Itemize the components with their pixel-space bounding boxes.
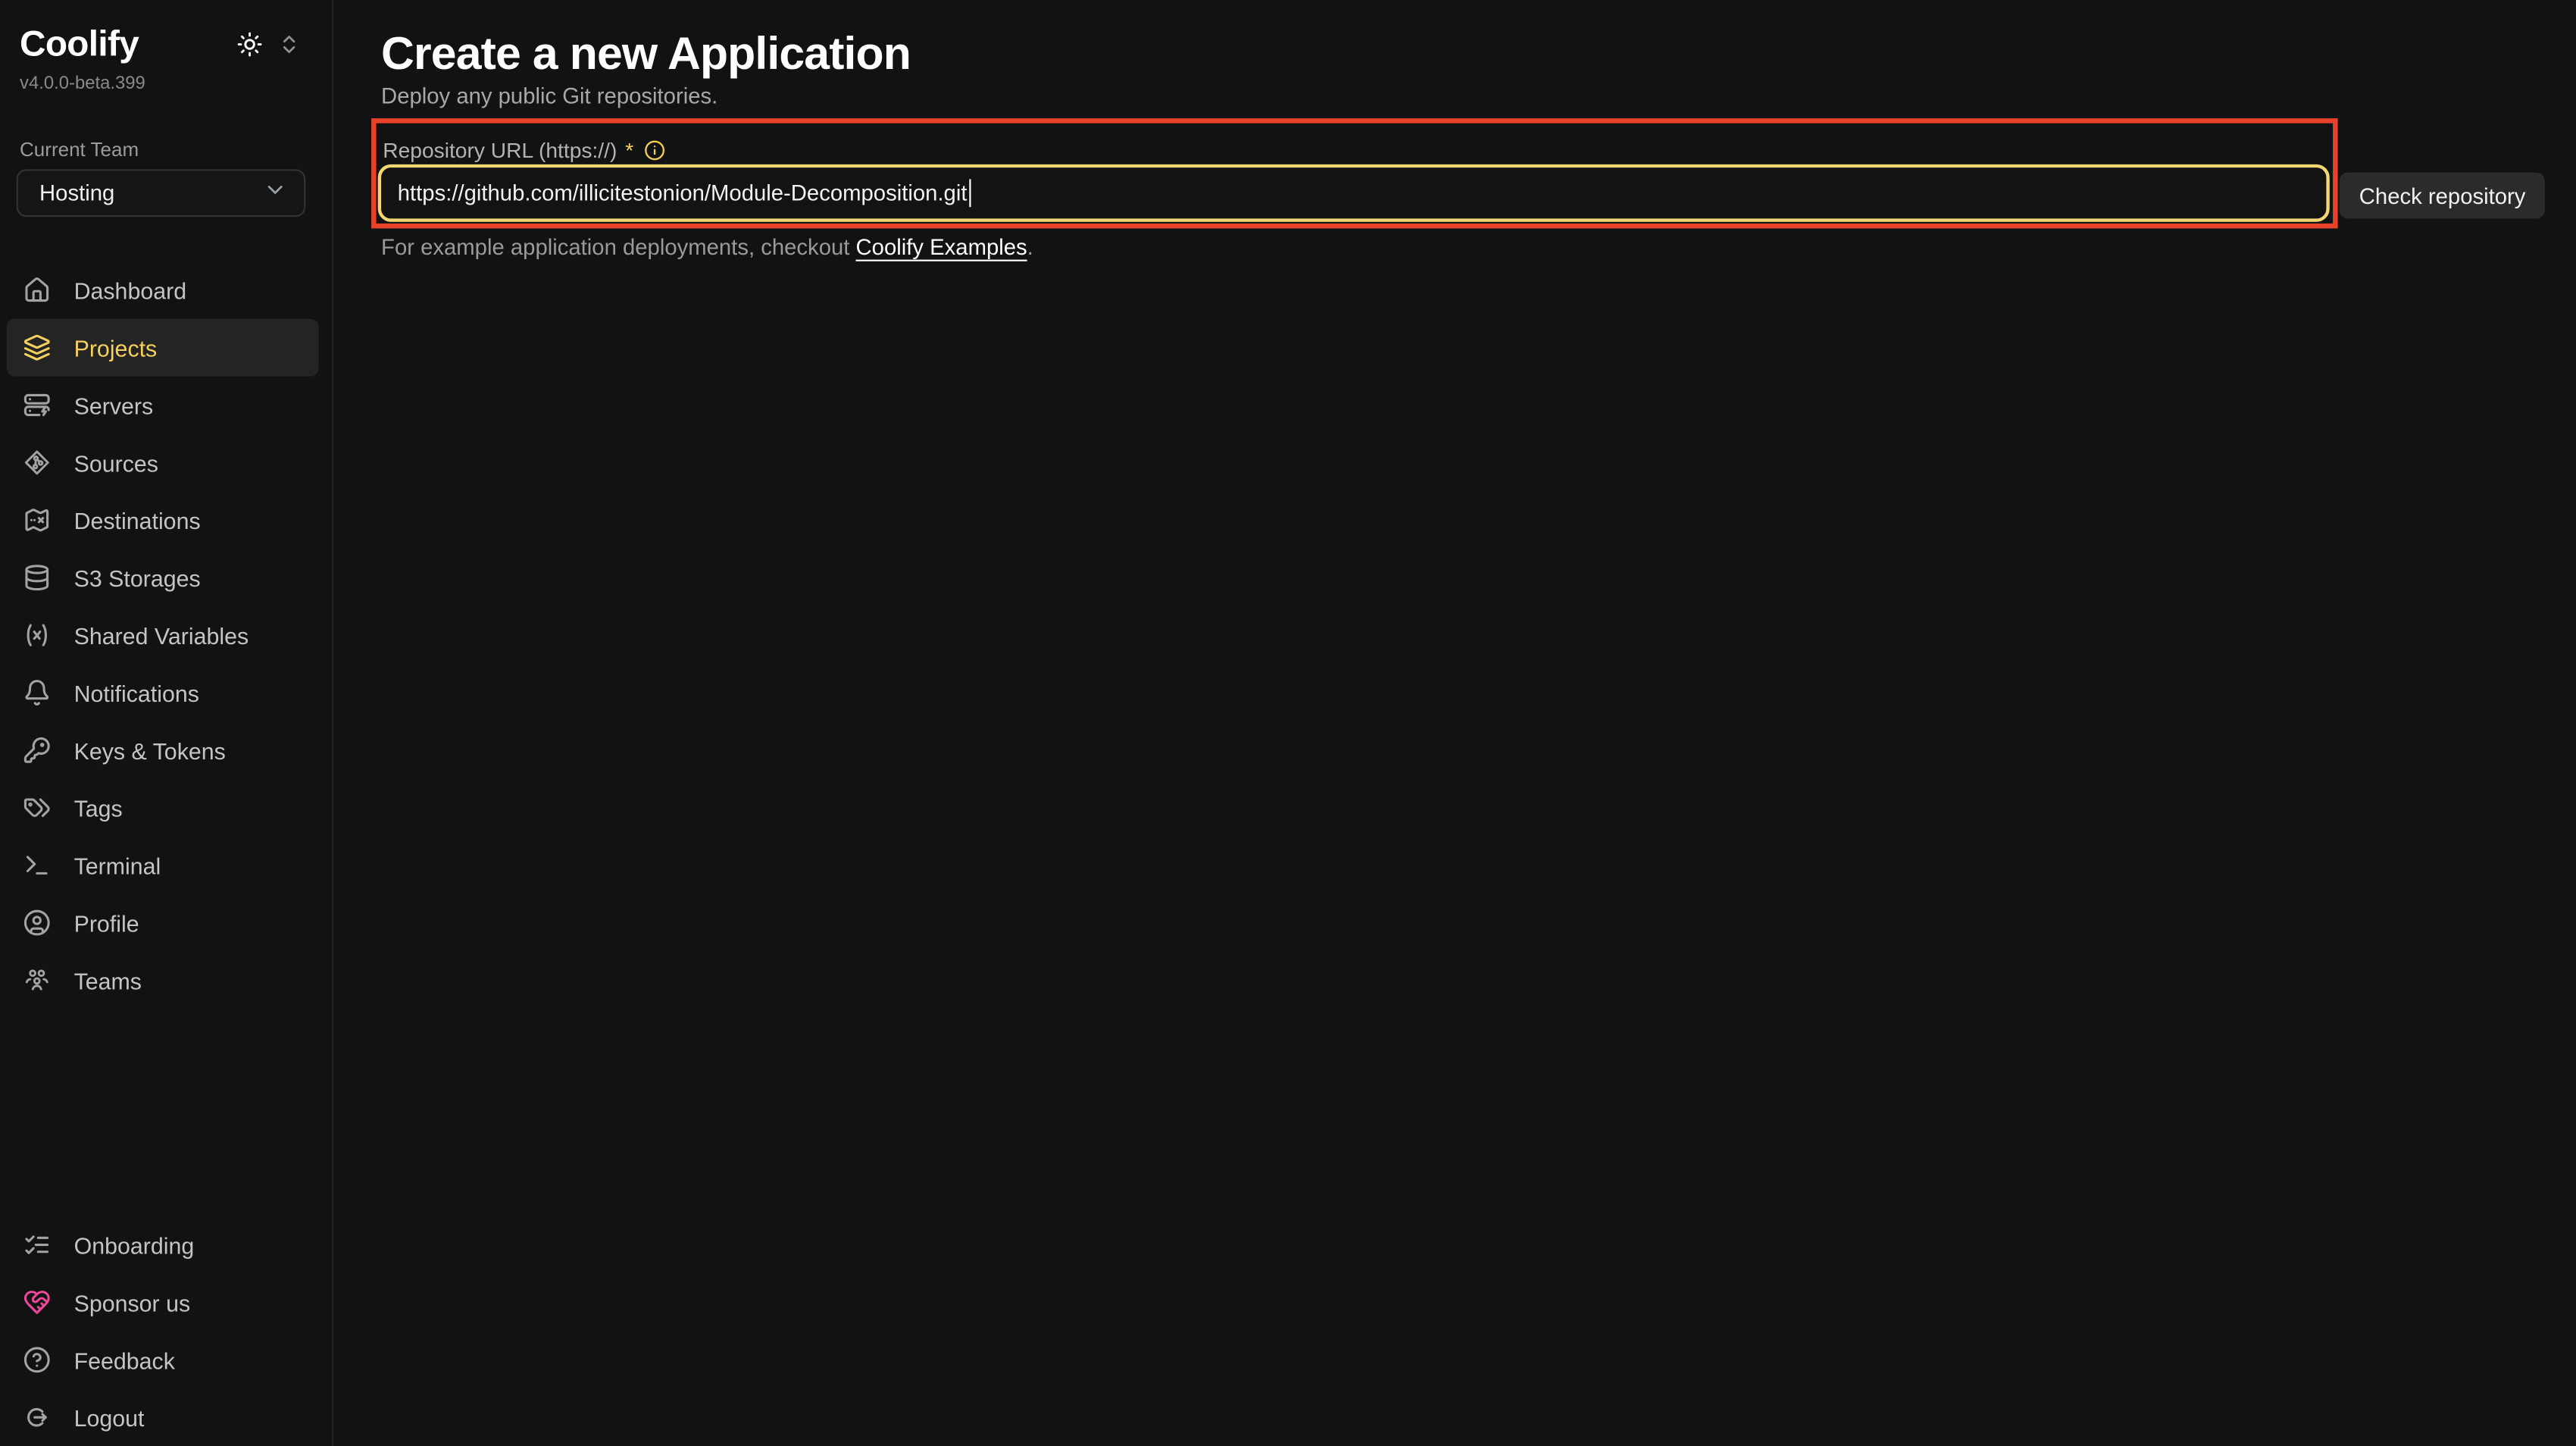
heart-handshake-icon: [23, 1288, 51, 1316]
checklist-icon: [23, 1231, 51, 1259]
terminal-icon: [23, 851, 51, 879]
sidebar-item-keys-tokens[interactable]: Keys & Tokens: [7, 721, 319, 779]
app-logo: Coolify: [20, 23, 139, 65]
users-group-icon: [23, 966, 51, 994]
helper-text-suffix: .: [1027, 235, 1033, 260]
app-version: v4.0.0-beta.399: [20, 74, 145, 94]
repository-url-label-text: Repository URL (https://): [383, 138, 617, 163]
coolify-examples-link[interactable]: Coolify Examples: [856, 235, 1027, 260]
house-icon: [23, 276, 51, 304]
chevrons-up-down-icon[interactable]: [277, 33, 300, 55]
help-circle-icon: [23, 1346, 51, 1374]
sidebar-item-projects[interactable]: Projects: [7, 319, 319, 377]
check-repository-button[interactable]: Check repository: [2340, 173, 2546, 219]
team-select[interactable]: Hosting: [17, 169, 306, 217]
sidebar: Coolify v4.0.0-beta.399 Current Team Hos…: [0, 0, 333, 1446]
sidebar-item-sources[interactable]: Sources: [7, 433, 319, 491]
sidebar-nav: Dashboard Projects Servers Sources: [0, 261, 332, 1009]
info-icon[interactable]: [643, 139, 664, 161]
sidebar-item-logout[interactable]: Logout: [7, 1388, 319, 1446]
server-bolt-icon: [23, 391, 51, 419]
map-x-icon: [23, 506, 51, 534]
repository-url-label: Repository URL (https://) *: [383, 138, 664, 163]
sidebar-item-s3-storages[interactable]: S3 Storages: [7, 549, 319, 606]
helper-text: For example application deployments, che…: [381, 235, 1033, 260]
current-team-label: Current Team: [20, 138, 139, 161]
key-icon: [23, 736, 51, 764]
bell-icon: [23, 679, 51, 707]
git-diamond-icon: [23, 449, 51, 477]
tags-icon: [23, 793, 51, 822]
user-circle-icon: [23, 909, 51, 937]
logout-icon: [23, 1404, 51, 1432]
parentheses-x-icon: [23, 621, 51, 649]
sidebar-item-terminal[interactable]: Terminal: [7, 837, 319, 894]
page-subtitle: Deploy any public Git repositories.: [381, 84, 717, 109]
helper-text-prefix: For example application deployments, che…: [381, 235, 855, 260]
sidebar-item-feedback[interactable]: Feedback: [7, 1331, 319, 1388]
database-icon: [23, 564, 51, 592]
sidebar-item-destinations[interactable]: Destinations: [7, 491, 319, 549]
sidebar-item-onboarding[interactable]: Onboarding: [7, 1216, 319, 1274]
sun-icon[interactable]: [236, 31, 263, 58]
sidebar-item-dashboard[interactable]: Dashboard: [7, 261, 319, 319]
team-select-value: Hosting: [39, 181, 114, 206]
repository-url-value: https://github.com/illicitestonion/Modul…: [398, 181, 968, 206]
main-content: Create a new Application Deploy any publ…: [333, 0, 2576, 1446]
sidebar-item-teams[interactable]: Teams: [7, 951, 319, 1009]
sidebar-item-sponsor-us[interactable]: Sponsor us: [7, 1273, 319, 1331]
sidebar-item-tags[interactable]: Tags: [7, 779, 319, 837]
sidebar-item-servers[interactable]: Servers: [7, 377, 319, 434]
text-caret: [969, 179, 971, 207]
repository-url-input[interactable]: https://github.com/illicitestonion/Modul…: [378, 164, 2330, 222]
layers-icon: [23, 333, 51, 362]
sidebar-item-shared-variables[interactable]: Shared Variables: [7, 606, 319, 664]
sidebar-header-icons: [236, 31, 301, 58]
sidebar-item-notifications[interactable]: Notifications: [7, 664, 319, 721]
chevron-down-icon: [263, 177, 288, 209]
required-asterisk: *: [625, 138, 633, 163]
sidebar-footer-nav: Onboarding Sponsor us Feedback Logout: [0, 1216, 332, 1446]
page-title: Create a new Application: [381, 27, 911, 83]
app-window: Coolify v4.0.0-beta.399 Current Team Hos…: [0, 0, 2576, 1446]
sidebar-item-profile[interactable]: Profile: [7, 894, 319, 952]
